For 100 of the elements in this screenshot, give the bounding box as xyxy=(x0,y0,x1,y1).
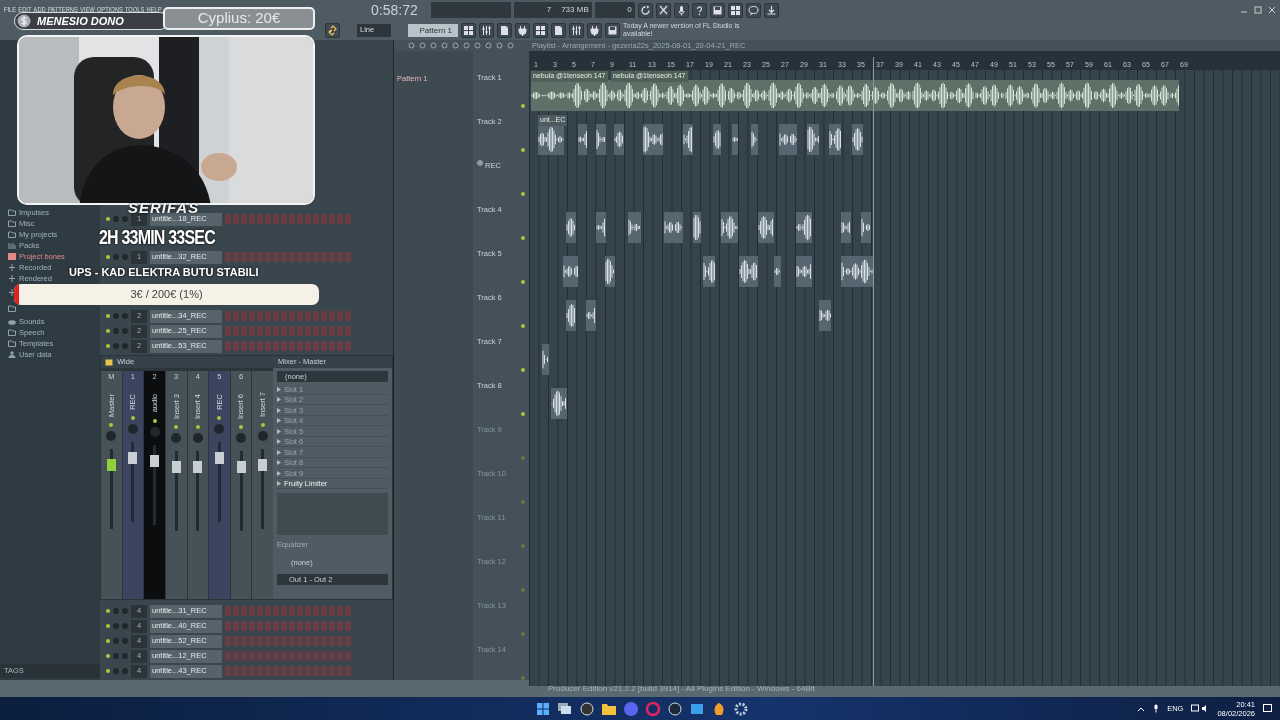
pan-knob[interactable] xyxy=(113,343,119,349)
menu-item[interactable]: FILE xyxy=(4,4,17,16)
audio-clip[interactable] xyxy=(596,212,606,244)
volume-fader[interactable] xyxy=(106,459,116,472)
audio-clip[interactable] xyxy=(758,212,774,244)
channel-led[interactable] xyxy=(106,624,110,628)
audio-clip[interactable] xyxy=(628,212,641,244)
pan-knob[interactable] xyxy=(192,433,203,444)
track-led[interactable] xyxy=(521,676,525,681)
pan-knob[interactable] xyxy=(113,668,119,674)
download-button[interactable] xyxy=(763,2,779,18)
track-led[interactable] xyxy=(521,412,525,417)
audio-clip[interactable] xyxy=(596,124,606,156)
strip-led[interactable] xyxy=(260,423,265,427)
pan-knob[interactable] xyxy=(113,216,119,222)
audio-clip[interactable] xyxy=(643,124,663,156)
audio-clip[interactable] xyxy=(779,124,797,156)
audio-clip[interactable] xyxy=(542,344,549,376)
pattern-selector[interactable]: Pattern 1 xyxy=(408,23,458,37)
channel-led[interactable] xyxy=(106,639,110,643)
channel-led[interactable] xyxy=(106,654,110,658)
audio-clip[interactable] xyxy=(664,212,683,244)
volume-fader[interactable] xyxy=(193,461,203,474)
audio-clip[interactable] xyxy=(551,388,567,420)
gear-icon[interactable] xyxy=(733,700,749,717)
link-button[interactable] xyxy=(325,22,340,38)
page-button[interactable] xyxy=(497,22,512,38)
pan-knob[interactable] xyxy=(236,433,247,444)
volume-knob[interactable] xyxy=(122,638,128,644)
volume-fader[interactable] xyxy=(236,461,246,474)
audio-clip[interactable] xyxy=(739,256,758,288)
audio-clip[interactable] xyxy=(531,80,1179,112)
volume-fader[interactable] xyxy=(258,459,268,471)
chevron-icon[interactable] xyxy=(1137,705,1146,712)
ring-icon[interactable] xyxy=(645,700,661,717)
audio-clip[interactable] xyxy=(586,300,596,332)
audio-clip[interactable] xyxy=(693,212,701,244)
grid-button[interactable] xyxy=(727,2,743,18)
audio-clip[interactable] xyxy=(841,212,851,244)
track-led[interactable] xyxy=(521,588,525,593)
help-button[interactable] xyxy=(691,2,707,18)
track-led[interactable] xyxy=(521,632,525,637)
volume-knob[interactable] xyxy=(122,328,128,334)
menu-item[interactable]: TOOLS xyxy=(124,4,145,16)
volume-knob[interactable] xyxy=(122,313,128,319)
pan-knob[interactable] xyxy=(171,433,182,444)
microphone-icon[interactable] xyxy=(1153,704,1160,713)
save-button[interactable] xyxy=(605,22,620,38)
grid-button[interactable] xyxy=(533,22,548,38)
pan-knob[interactable] xyxy=(113,653,119,659)
chat-button[interactable] xyxy=(745,2,761,18)
audio-clip[interactable] xyxy=(683,124,693,156)
volume-fader[interactable] xyxy=(171,461,181,474)
plug-button[interactable] xyxy=(587,22,602,38)
refresh-button[interactable] xyxy=(637,2,653,18)
pan-knob[interactable] xyxy=(106,431,117,442)
channel-led[interactable] xyxy=(106,329,110,333)
volume-fader[interactable] xyxy=(214,452,224,465)
channel-led[interactable] xyxy=(106,217,110,221)
audio-clip[interactable] xyxy=(774,256,781,288)
pan-knob[interactable] xyxy=(113,623,119,629)
audio-clip[interactable] xyxy=(751,124,758,156)
audio-clip[interactable] xyxy=(721,212,738,244)
menu-item[interactable]: HELP xyxy=(146,4,162,16)
audio-clip[interactable] xyxy=(578,124,587,156)
menu-item[interactable]: EDIT xyxy=(18,4,32,16)
strip-led[interactable] xyxy=(195,425,200,430)
channel-led[interactable] xyxy=(106,255,110,259)
audio-clip[interactable] xyxy=(614,124,624,156)
microphone-button[interactable] xyxy=(673,2,689,18)
audio-clip[interactable] xyxy=(703,256,715,288)
audio-clip[interactable] xyxy=(538,124,564,156)
page-button[interactable] xyxy=(551,22,566,38)
pan-knob[interactable] xyxy=(113,328,119,334)
audio-clip[interactable] xyxy=(563,256,578,288)
channel-led[interactable] xyxy=(106,609,110,613)
sliders-button[interactable] xyxy=(569,22,584,38)
menu-item[interactable]: VIEW xyxy=(79,4,95,16)
audio-clip[interactable] xyxy=(852,124,863,156)
save-button[interactable] xyxy=(709,2,725,18)
channel-led[interactable] xyxy=(106,344,110,348)
channel-led[interactable] xyxy=(106,669,110,673)
strip-led[interactable] xyxy=(109,423,114,428)
menu-item[interactable]: PATTERNS xyxy=(47,4,78,16)
audio-clip[interactable] xyxy=(566,300,576,332)
start-icon[interactable] xyxy=(535,700,551,717)
volume-knob[interactable] xyxy=(122,653,128,659)
track-led[interactable] xyxy=(521,104,525,109)
track-led[interactable] xyxy=(521,368,525,373)
strip-led[interactable] xyxy=(152,418,157,423)
audio-clip[interactable] xyxy=(807,124,819,156)
track-led[interactable] xyxy=(521,544,525,549)
strip-led[interactable] xyxy=(130,416,135,421)
track-led[interactable] xyxy=(521,456,525,461)
audio-clip[interactable] xyxy=(796,256,812,288)
track-led[interactable] xyxy=(521,324,525,329)
windows-icon[interactable] xyxy=(557,700,573,717)
strip-led[interactable] xyxy=(174,425,179,430)
pan-knob[interactable] xyxy=(257,431,268,441)
track-led[interactable] xyxy=(521,236,525,241)
